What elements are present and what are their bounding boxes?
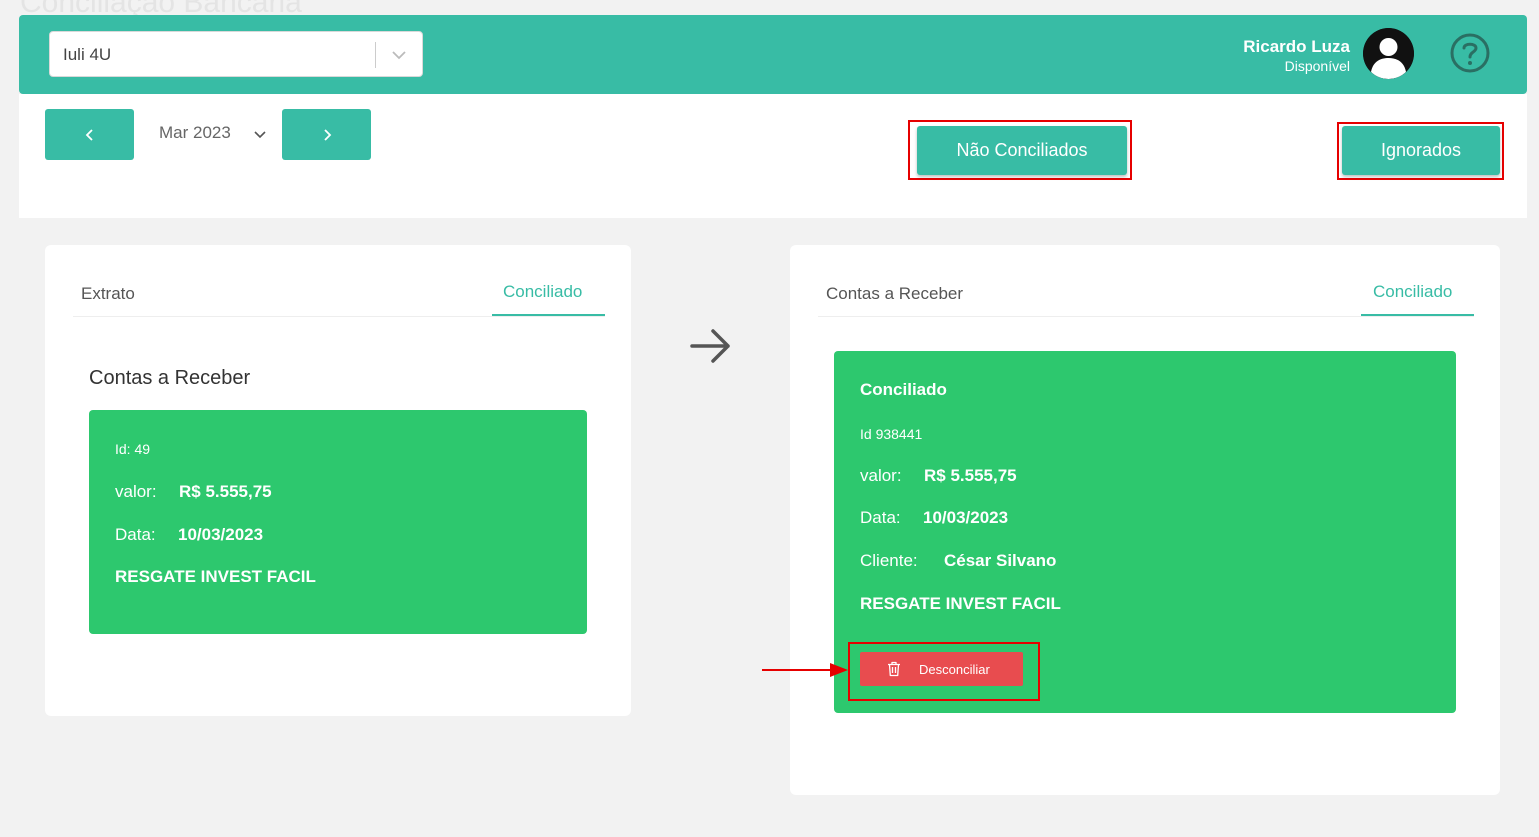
tab-active-indicator: [1361, 314, 1474, 316]
card-id: Id 938441: [860, 426, 923, 442]
tab-divider: [73, 316, 605, 317]
next-month-button[interactable]: [282, 109, 371, 160]
chevron-down-icon[interactable]: [253, 128, 267, 142]
arrow-right-icon: [690, 329, 730, 363]
valor-label: valor:: [860, 466, 902, 485]
data-label: Data:: [860, 508, 901, 527]
data-value: 10/03/2023: [178, 525, 264, 544]
tab-extrato[interactable]: Extrato: [81, 284, 135, 304]
tab-active-indicator: [492, 314, 605, 316]
valor-value: R$ 5.555,75: [924, 466, 1017, 485]
select-separator: [375, 42, 376, 68]
user-name: Ricardo Luza: [1243, 37, 1350, 56]
nao-conciliados-button[interactable]: Não Conciliados: [917, 126, 1127, 175]
tab-contas-a-receber[interactable]: Contas a Receber: [826, 284, 963, 304]
company-select[interactable]: Iuli 4U: [49, 31, 423, 77]
data-label: Data:: [115, 525, 156, 544]
card-description: RESGATE INVEST FACIL: [860, 594, 1061, 613]
user-status: Disponível: [1284, 58, 1350, 74]
tab-conciliado[interactable]: Conciliado: [503, 282, 582, 302]
desconciliar-label: Desconciliar: [919, 661, 990, 677]
annotation-arrow-icon: [762, 663, 848, 677]
trash-icon: [888, 661, 900, 677]
prev-month-button[interactable]: [45, 109, 134, 160]
month-selector[interactable]: Mar 2023: [159, 123, 231, 143]
top-bar: Iuli 4U Ricardo Luza Disponível: [19, 15, 1527, 94]
card-status: Conciliado: [860, 380, 947, 399]
company-select-value: Iuli 4U: [63, 45, 112, 64]
chevron-right-icon: [323, 128, 331, 141]
cliente-value: César Silvano: [944, 551, 1057, 570]
help-circle-icon[interactable]: [1449, 32, 1491, 74]
chevron-left-icon: [85, 128, 93, 141]
toolbar: Mar 2023: [19, 94, 1527, 218]
tab-divider: [818, 316, 1474, 317]
user-avatar-icon[interactable]: [1363, 28, 1414, 79]
valor-value: R$ 5.555,75: [179, 482, 272, 501]
desconciliar-button[interactable]: Desconciliar: [860, 652, 1023, 686]
valor-label: valor:: [115, 482, 157, 501]
section-title: Contas a Receber: [89, 367, 251, 389]
ignorados-button[interactable]: Ignorados: [1342, 126, 1500, 175]
card-id: Id: 49: [115, 441, 151, 457]
extrato-card[interactable]: Id: 49 valor: R$ 5.555,75 Data: 10/03/20…: [89, 410, 587, 634]
tab-conciliado[interactable]: Conciliado: [1373, 282, 1452, 302]
card-description: RESGATE INVEST FACIL: [115, 567, 316, 586]
data-value: 10/03/2023: [923, 508, 1009, 527]
cliente-label: Cliente:: [860, 551, 918, 570]
chevron-down-icon[interactable]: [390, 46, 408, 64]
